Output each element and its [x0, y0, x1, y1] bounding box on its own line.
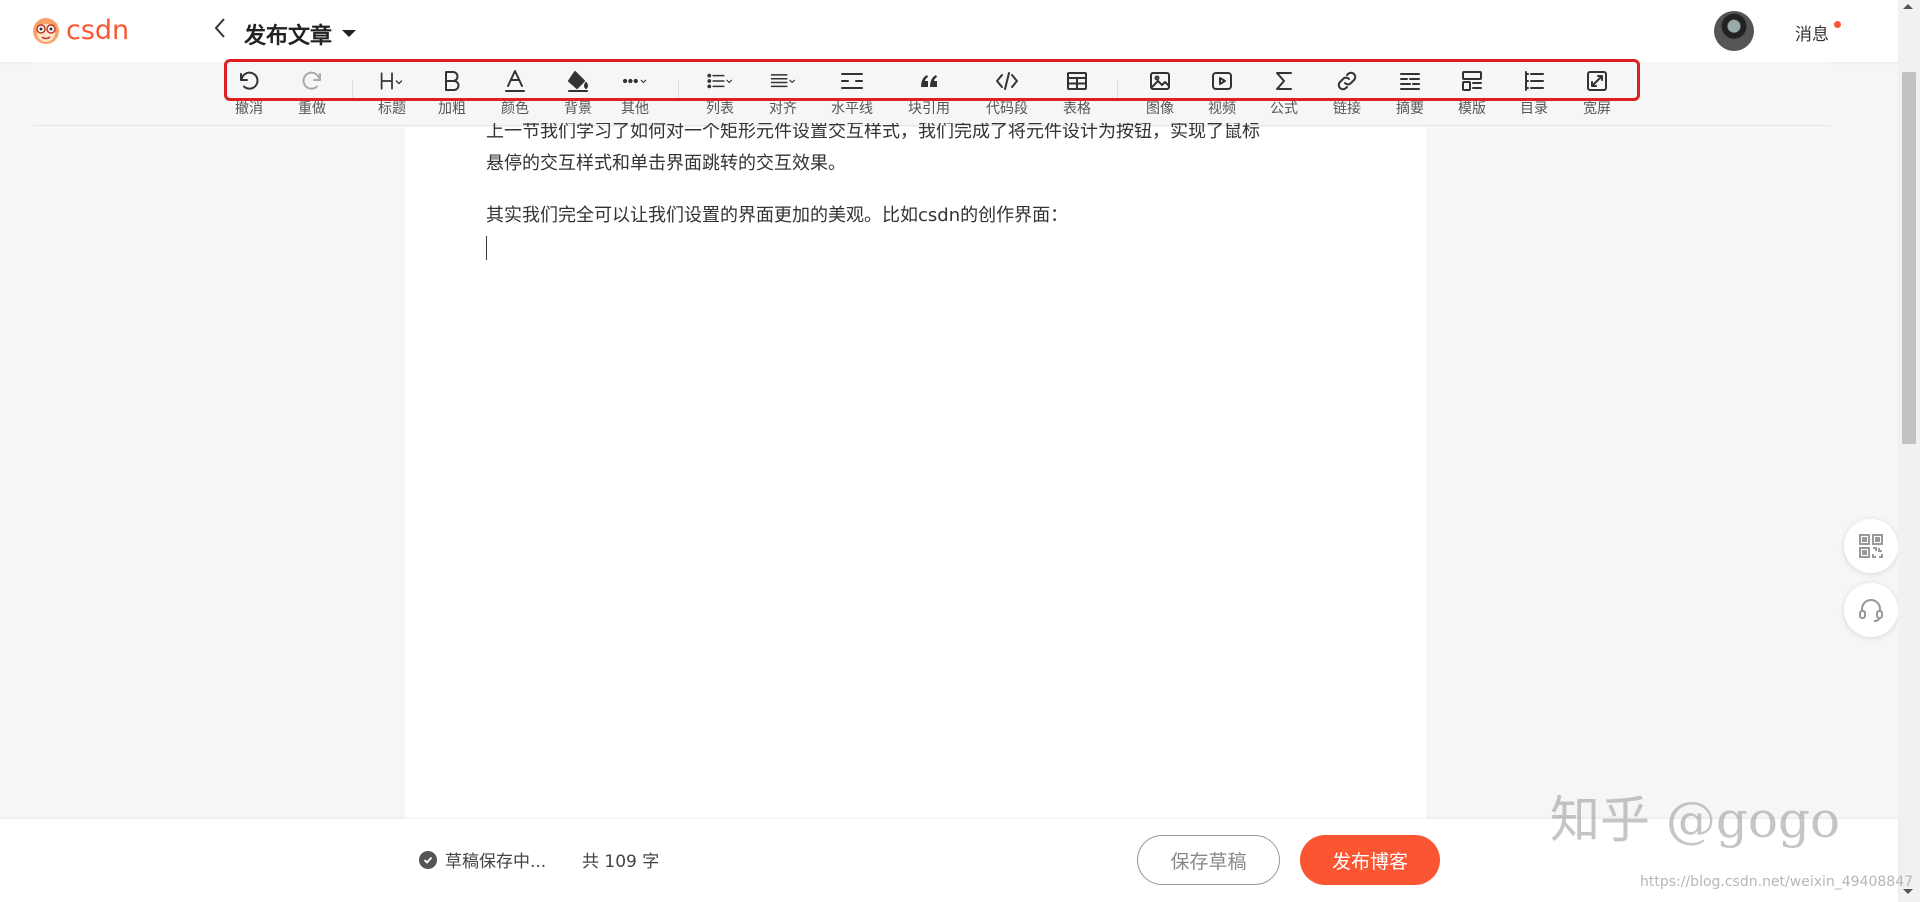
redo-button[interactable]: 重做	[282, 68, 342, 118]
user-avatar[interactable]	[1714, 11, 1754, 51]
widescreen-label: 宽屏	[1583, 101, 1611, 117]
redo-label: 重做	[298, 101, 326, 117]
block-quote-label: 块引用	[908, 101, 950, 117]
qr-code-button[interactable]	[1844, 519, 1898, 573]
block-quote-button[interactable]: 块引用	[899, 68, 959, 118]
text-cursor	[486, 236, 487, 260]
list-icon	[707, 68, 733, 94]
undo-label: 撤消	[235, 101, 263, 117]
formula-button[interactable]: 公式	[1254, 68, 1314, 118]
link-label: 链接	[1333, 101, 1361, 117]
link-button[interactable]: 链接	[1317, 68, 1377, 118]
toolbar-divider	[678, 80, 679, 100]
redo-icon	[299, 68, 325, 94]
code-icon	[994, 68, 1020, 94]
heading-icon	[379, 68, 405, 94]
align-icon	[770, 68, 796, 94]
toc-label: 目录	[1520, 101, 1548, 117]
image-icon	[1147, 68, 1173, 94]
title-dropdown-caret-icon[interactable]	[342, 30, 356, 37]
code-block-button[interactable]: 代码段	[977, 68, 1037, 118]
page-title: 发布文章	[244, 24, 333, 49]
link-icon	[1334, 68, 1360, 94]
message-notification-dot	[1834, 21, 1841, 28]
background-label: 背景	[564, 101, 592, 117]
undo-icon	[236, 68, 262, 94]
summary-label: 摘要	[1396, 101, 1424, 117]
logo-mascot-icon	[33, 18, 59, 44]
sigma-icon	[1271, 68, 1297, 94]
toc-button[interactable]: 目录	[1504, 68, 1564, 118]
zhihu-watermark: 知乎 @gogo	[1550, 791, 1841, 849]
background-button[interactable]: 背景	[548, 68, 608, 118]
bold-button[interactable]: 加粗	[422, 68, 482, 118]
scroll-up-arrow-icon[interactable]	[1903, 4, 1913, 9]
template-button[interactable]: 模版	[1442, 68, 1502, 118]
csdn-logo[interactable]: csdn	[30, 14, 129, 46]
horizontal-rule-button[interactable]: 水平线	[822, 68, 882, 118]
table-button[interactable]: 表格	[1047, 68, 1107, 118]
template-label: 模版	[1458, 101, 1486, 117]
horizontal-rule-icon	[839, 68, 865, 94]
url-watermark: https://blog.csdn.net/weixin_49408847	[1640, 874, 1914, 890]
editor-paragraph: 其实我们完全可以让我们设置的界面更加的美观。比如csdn的创作界面：	[486, 205, 1069, 226]
font-color-icon	[502, 68, 528, 94]
widescreen-icon	[1584, 68, 1610, 94]
logo-text: csdn	[66, 14, 130, 46]
word-count: 共 109 字	[582, 852, 660, 872]
back-chevron-icon[interactable]	[213, 17, 227, 44]
bold-label: 加粗	[438, 101, 466, 117]
font-color-label: 颜色	[501, 101, 529, 117]
table-icon	[1064, 68, 1090, 94]
messages-link[interactable]: 消息	[1795, 20, 1829, 45]
more-button[interactable]: 其他	[605, 68, 665, 118]
image-button[interactable]: 图像	[1130, 68, 1190, 118]
qr-code-icon	[1859, 534, 1883, 558]
heading-label: 标题	[378, 101, 406, 117]
list-label: 列表	[706, 101, 734, 117]
toolbar-divider	[1117, 80, 1118, 100]
list-button[interactable]: 列表	[690, 68, 750, 118]
publish-button[interactable]: 发布博客	[1300, 835, 1440, 885]
image-label: 图像	[1146, 101, 1174, 117]
toolbar-divider	[352, 80, 353, 100]
align-label: 对齐	[769, 101, 797, 117]
widescreen-button[interactable]: 宽屏	[1567, 68, 1627, 118]
video-icon	[1209, 68, 1235, 94]
table-label: 表格	[1063, 101, 1091, 117]
paint-bucket-icon	[565, 68, 591, 94]
code-block-label: 代码段	[986, 101, 1028, 117]
check-circle-icon	[419, 850, 437, 869]
heading-button[interactable]: 标题	[362, 68, 422, 118]
undo-button[interactable]: 撤消	[219, 68, 279, 118]
summary-button[interactable]: 摘要	[1380, 68, 1440, 118]
font-color-button[interactable]: 颜色	[485, 68, 545, 118]
formula-label: 公式	[1270, 101, 1298, 117]
toc-icon	[1521, 68, 1547, 94]
headset-icon	[1859, 599, 1883, 622]
video-label: 视频	[1208, 101, 1236, 117]
scrollbar-thumb[interactable]	[1902, 72, 1916, 444]
more-icon	[622, 68, 648, 94]
draft-status: 草稿保存中...	[419, 847, 546, 872]
summary-icon	[1397, 68, 1423, 94]
template-icon	[1459, 68, 1485, 94]
bold-icon	[439, 68, 465, 94]
save-draft-button[interactable]: 保存草稿	[1137, 835, 1280, 885]
align-button[interactable]: 对齐	[753, 68, 813, 118]
draft-status-text: 草稿保存中...	[445, 852, 547, 872]
support-button[interactable]	[1844, 583, 1898, 637]
horizontal-rule-label: 水平线	[831, 101, 873, 117]
more-label: 其他	[621, 101, 649, 117]
editor-paragraph: 悬停的交互样式和单击界面跳转的交互效果。	[486, 153, 846, 174]
video-button[interactable]: 视频	[1192, 68, 1252, 118]
quote-icon	[916, 68, 942, 94]
